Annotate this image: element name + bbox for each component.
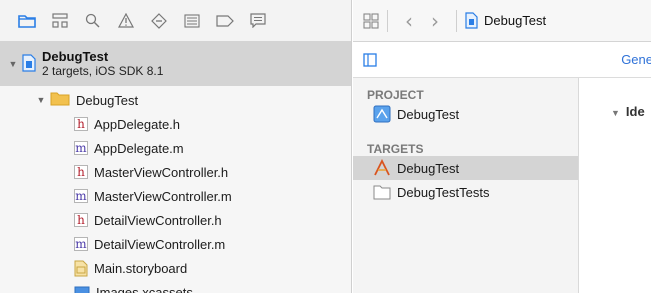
project-item[interactable]: DebugTest [353,102,578,126]
file-tree: ▼ DebugTest 2 targets, iOS SDK 8.1 ▼ Deb… [0,42,351,293]
asset-catalog-icon [74,285,90,293]
file-name: AppDelegate.h [94,116,181,132]
related-items-grid-icon[interactable] [363,12,379,29]
jump-bar: ‹ › DebugTest [353,0,651,42]
sidebar-toggle-icon[interactable] [363,52,377,67]
disclosure-triangle-icon[interactable]: ▼ [611,108,620,118]
back-chevron-icon[interactable]: ‹ [396,9,422,33]
target-label: DebugTest [397,160,460,176]
report-icon[interactable] [241,9,274,33]
debug-lines-icon[interactable] [175,9,208,33]
project-item-label: DebugTest [397,106,460,122]
file-name: MasterViewController.m [94,188,232,204]
navigator-toolbar [0,0,351,42]
file-name: Main.storyboard [94,260,188,276]
header-file-icon: h [74,213,88,227]
file-name: DetailViewController.m [94,236,226,252]
targets-section-header: TARGETS [367,142,424,156]
project-blueprint-icon [373,105,391,123]
folder-icon[interactable] [10,9,43,33]
project-name: DebugTest [42,49,109,64]
hierarchy-icon[interactable] [43,9,76,33]
project-settings-bar: Gene [353,42,651,78]
file-row-appdelegate-h[interactable]: h AppDelegate.h [0,112,351,136]
toolbar-divider [456,9,457,32]
project-navigator: ▼ DebugTest 2 targets, iOS SDK 8.1 ▼ Deb… [0,0,352,293]
implementation-file-icon: m [74,189,88,203]
storyboard-file-icon [74,260,88,277]
project-file-icon [465,12,478,29]
file-name: DetailViewController.h [94,212,222,228]
file-row-masterviewcontroller-m[interactable]: m MasterViewController.m [0,184,351,208]
file-row-images-xcassets[interactable]: Images.xcassets [0,280,351,293]
identity-label: Ide [625,104,645,119]
search-icon[interactable] [76,9,109,33]
tab-general[interactable]: Gene [621,52,651,67]
header-file-icon: h [74,165,88,179]
project-file-icon [22,53,36,75]
test-bundle-icon [373,184,391,200]
breadcrumb-project[interactable]: DebugTest [484,13,546,28]
identity-section-header[interactable]: ▼ Ide [611,104,645,119]
implementation-file-icon: m [74,141,88,155]
implementation-file-icon: m [74,237,88,251]
target-label: DebugTestTests [397,184,490,200]
warning-icon[interactable] [109,9,142,33]
breakpoint-icon[interactable] [208,9,241,33]
file-row-detailviewcontroller-m[interactable]: m DetailViewController.m [0,232,351,256]
forward-chevron-icon[interactable]: › [422,9,448,33]
target-row-app[interactable]: DebugTest [353,156,578,180]
group-row[interactable]: ▼ DebugTest [0,88,351,112]
header-file-icon: h [74,117,88,131]
file-row-appdelegate-m[interactable]: m AppDelegate.m [0,136,351,160]
disclosure-triangle-icon[interactable]: ▼ [8,59,18,69]
file-row-main-storyboard[interactable]: Main.storyboard [0,256,351,280]
disclosure-triangle-icon[interactable]: ▼ [36,95,46,105]
file-row-masterviewcontroller-h[interactable]: h MasterViewController.h [0,160,351,184]
file-name: Images.xcassets [96,284,193,293]
test-diamond-icon[interactable] [142,9,175,33]
group-name: DebugTest [76,92,139,108]
file-row-detailviewcontroller-h[interactable]: h DetailViewController.h [0,208,351,232]
project-target-list: PROJECT DebugTest TARGETS DebugTest Debu… [353,78,579,293]
file-name: MasterViewController.h [94,164,229,180]
folder-icon [50,91,70,109]
project-section-header: PROJECT [367,88,424,102]
toolbar-divider [387,9,388,32]
project-row[interactable]: ▼ DebugTest 2 targets, iOS SDK 8.1 [0,42,351,86]
project-subtitle: 2 targets, iOS SDK 8.1 [42,64,164,78]
file-name: AppDelegate.m [94,140,184,156]
app-target-icon [373,159,391,177]
editor-area: ‹ › DebugTest Gene PROJECT DebugTest TAR… [353,0,651,293]
target-row-tests[interactable]: DebugTestTests [353,180,578,204]
